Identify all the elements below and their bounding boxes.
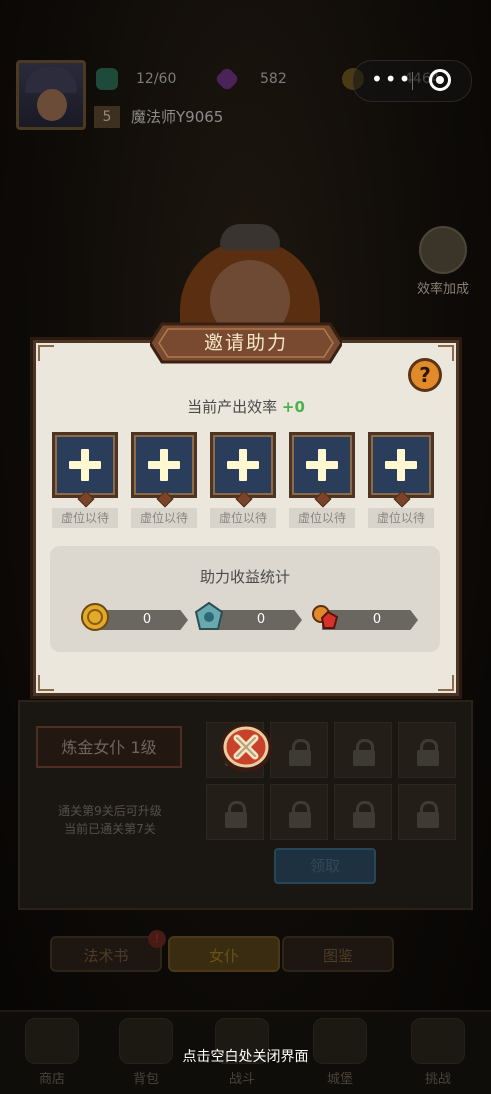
nav-battle-label: 战斗 (228, 1072, 255, 1087)
help-button[interactable]: ? (408, 358, 442, 392)
assist-slot-label: 虚位以待 (52, 508, 118, 528)
assist-slot[interactable]: 虚位以待 (52, 432, 118, 528)
assist-slot[interactable]: 虚位以待 (368, 432, 434, 528)
efficiency-boost-icon (419, 226, 467, 274)
energy-gem-icon (96, 68, 118, 90)
diamond-value: 582 (260, 71, 287, 87)
nav-shop-label: 商店 (38, 1072, 65, 1087)
lock-icon (206, 784, 264, 840)
tab-maid-label: 女仆 (208, 947, 239, 965)
dialog-title: 邀请助力 (203, 332, 288, 354)
stat-gem: 0 (310, 605, 420, 630)
nav-challenge-label: 挑战 (424, 1072, 451, 1087)
player-avatar[interactable] (16, 60, 86, 130)
gem-icon (312, 605, 339, 629)
nav-bag-label: 背包 (132, 1072, 159, 1087)
more-menu-icon[interactable]: ••• (371, 67, 412, 91)
close-miniprogram-icon[interactable] (429, 69, 451, 91)
assist-stats-title: 助力收益统计 (199, 568, 290, 586)
output-rate-label: 当前产出效率 (187, 398, 278, 416)
tab-spellbook[interactable]: 法术书 ! (50, 930, 166, 972)
stat-gold: 0 (80, 603, 190, 631)
dialog-title-plate: 邀请助力 (150, 320, 342, 366)
section-tabs: 法术书 ! 女仆 图鉴 (50, 930, 440, 974)
claim-button[interactable]: 领取 (274, 848, 376, 884)
player-level-badge: 5 (94, 106, 120, 128)
unlock-hint-line2: 当前已通关第7关 (64, 822, 156, 836)
crystal-icon (194, 602, 224, 630)
miniprogram-capsule: ••• (352, 60, 472, 102)
diamond-icon (214, 66, 240, 92)
tab-codex[interactable]: 图鉴 (282, 936, 394, 972)
output-rate-value: +0 (281, 398, 305, 416)
tab-codex-label: 图鉴 (322, 947, 353, 965)
lock-icon (270, 722, 328, 778)
tab-maid[interactable]: 女仆 (168, 936, 280, 972)
close-dialog-button[interactable] (218, 722, 274, 774)
assist-slot-label: 虚位以待 (289, 508, 355, 528)
maid-level-label: 炼金女仆 1级 (36, 726, 182, 768)
assist-slot[interactable]: 虚位以待 (210, 432, 276, 528)
player-name: 魔法师Y9065 (131, 108, 224, 126)
efficiency-boost-button[interactable]: 效率加成 (410, 226, 476, 297)
tab-spellbook-label: 法术书 (83, 947, 129, 965)
gold-coin-icon (81, 603, 109, 631)
energy-value: 12/60 (136, 71, 177, 87)
output-rate: 当前产出效率 +0 (33, 396, 459, 417)
lock-icon (270, 784, 328, 840)
nav-castle-label: 城堡 (326, 1072, 353, 1087)
assist-slot[interactable]: 虚位以待 (289, 432, 355, 528)
close-hint: 点击空白处关闭界面 (182, 1049, 309, 1065)
lock-icon (398, 722, 456, 778)
assist-slot-label: 虚位以待 (210, 508, 276, 528)
assist-slot-label: 虚位以待 (368, 508, 434, 528)
assist-slot-label: 虚位以待 (131, 508, 197, 528)
unlock-hint: 通关第9关后可升级 当前已通关第7关 (30, 802, 190, 838)
stat-crystal: 0 (194, 602, 304, 630)
lock-icon (334, 722, 392, 778)
lock-icon (334, 784, 392, 840)
unlock-hint-line1: 通关第9关后可升级 (58, 804, 162, 818)
efficiency-boost-label: 效率加成 (416, 282, 469, 297)
energy-counter: 12/60 (96, 66, 176, 92)
diamond-counter: 582 (214, 66, 287, 92)
alert-icon: ! (148, 930, 166, 948)
lock-icon (398, 784, 456, 840)
assist-stats-panel (50, 546, 440, 652)
assist-slot[interactable]: 虚位以待 (131, 432, 197, 528)
